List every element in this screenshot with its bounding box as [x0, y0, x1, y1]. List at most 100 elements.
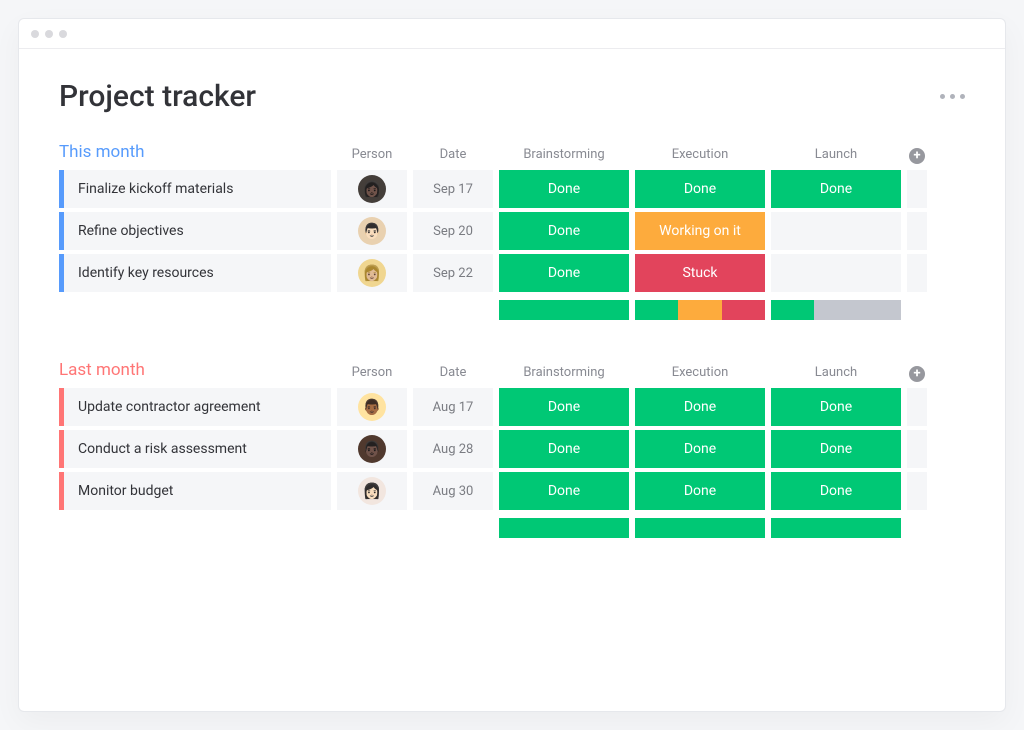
row-tail-cell [907, 212, 927, 250]
row-tail-cell [907, 170, 927, 208]
plus-icon: + [909, 366, 925, 382]
plus-icon: + [909, 148, 925, 164]
table-row: Monitor budget👩🏻Aug 30DoneDoneDone [59, 472, 965, 510]
group-summary-row [59, 300, 965, 320]
date-cell[interactable]: Aug 30 [413, 472, 493, 510]
person-cell[interactable]: 👩🏿 [337, 170, 407, 208]
summary-segment [635, 518, 765, 538]
row-tail-cell [907, 388, 927, 426]
status-cell[interactable]: Stuck [635, 254, 765, 292]
person-cell[interactable]: 👨🏾 [337, 388, 407, 426]
more-options-icon [940, 94, 945, 99]
row-tail-cell [907, 472, 927, 510]
column-header[interactable]: Launch [771, 365, 901, 382]
status-cell[interactable]: Done [499, 170, 629, 208]
status-cell[interactable]: Done [771, 170, 901, 208]
summary-bar [771, 300, 901, 320]
status-cell[interactable]: Done [635, 472, 765, 510]
person-cell[interactable]: 👨🏻 [337, 212, 407, 250]
column-header[interactable]: Date [413, 365, 493, 382]
column-header[interactable]: Brainstorming [499, 147, 629, 164]
task-name-cell[interactable]: Finalize kickoff materials [59, 170, 331, 208]
avatar: 👩🏻 [358, 477, 386, 505]
person-cell[interactable]: 👩🏼 [337, 254, 407, 292]
table-row: Identify key resources 👩🏼 Sep 22DoneStuck [59, 254, 965, 292]
column-header[interactable]: Person [337, 147, 407, 164]
summary-segment [771, 300, 814, 320]
status-cell[interactable]: Done [499, 472, 629, 510]
summary-segment [635, 300, 678, 320]
status-cell[interactable]: Done [499, 254, 629, 292]
table-row: Conduct a risk assessment👨🏿Aug 28DoneDon… [59, 430, 965, 468]
status-cell[interactable]: Done [771, 430, 901, 468]
group: Last month Person Date Brainstorming Executi… [59, 360, 965, 538]
more-options-icon [950, 94, 955, 99]
task-name-cell[interactable]: Identify key resources [59, 254, 331, 292]
summary-segment [722, 300, 765, 320]
column-header[interactable]: Execution [635, 365, 765, 382]
traffic-light-dot [59, 30, 67, 38]
avatar: 👨🏻 [358, 217, 386, 245]
column-header[interactable]: Launch [771, 147, 901, 164]
board-content: Project tracker This month Person Date Brai… [19, 49, 1005, 608]
page-header: Project tracker [59, 79, 965, 114]
table-row: Update contractor agreement👨🏾Aug 17DoneD… [59, 388, 965, 426]
date-cell[interactable]: Aug 28 [413, 430, 493, 468]
add-column-button[interactable]: + [907, 148, 927, 164]
date-cell[interactable]: Sep 22 [413, 254, 493, 292]
column-header[interactable]: Date [413, 147, 493, 164]
summary-segment [771, 518, 901, 538]
person-cell[interactable]: 👩🏻 [337, 472, 407, 510]
avatar: 👩🏼 [358, 259, 386, 287]
window-titlebar [19, 19, 1005, 49]
summary-bar [771, 518, 901, 538]
status-cell[interactable]: Done [635, 170, 765, 208]
summary-bar [499, 300, 629, 320]
status-cell-empty[interactable] [771, 254, 901, 292]
summary-bar [635, 300, 765, 320]
task-name-cell[interactable]: Refine objectives [59, 212, 331, 250]
status-cell[interactable]: Done [499, 212, 629, 250]
group-header: This month Person Date Brainstorming Executi… [59, 142, 965, 164]
status-cell[interactable]: Done [771, 472, 901, 510]
page-title: Project tracker [59, 79, 256, 114]
status-cell[interactable]: Done [499, 388, 629, 426]
more-options-icon [960, 94, 965, 99]
task-name-cell[interactable]: Update contractor agreement [59, 388, 331, 426]
group: This month Person Date Brainstorming Executi… [59, 142, 965, 320]
task-name-cell[interactable]: Conduct a risk assessment [59, 430, 331, 468]
table-row: Finalize kickoff materials👩🏿Sep 17DoneDo… [59, 170, 965, 208]
group-header: Last month Person Date Brainstorming Executi… [59, 360, 965, 382]
date-cell[interactable]: Aug 17 [413, 388, 493, 426]
column-header[interactable]: Person [337, 365, 407, 382]
row-tail-cell [907, 254, 927, 292]
group-summary-row [59, 518, 965, 538]
summary-bar [499, 518, 629, 538]
traffic-light-dot [45, 30, 53, 38]
column-header[interactable]: Execution [635, 147, 765, 164]
avatar: 👨🏾 [358, 393, 386, 421]
status-cell[interactable]: Done [499, 430, 629, 468]
group-title[interactable]: Last month [59, 360, 331, 382]
add-column-button[interactable]: + [907, 366, 927, 382]
traffic-light-dot [31, 30, 39, 38]
column-header[interactable]: Brainstorming [499, 365, 629, 382]
status-cell[interactable]: Done [771, 388, 901, 426]
table-row: Refine objectives 👨🏻 Sep 20DoneWorking on … [59, 212, 965, 250]
summary-segment [678, 300, 721, 320]
status-cell-empty[interactable] [771, 212, 901, 250]
avatar: 👨🏿 [358, 435, 386, 463]
app-window: Project tracker This month Person Date Brai… [18, 18, 1006, 712]
status-cell[interactable]: Done [635, 430, 765, 468]
date-cell[interactable]: Sep 20 [413, 212, 493, 250]
status-cell[interactable]: Done [635, 388, 765, 426]
more-options-button[interactable] [940, 94, 965, 99]
summary-segment [499, 518, 629, 538]
status-cell[interactable]: Working on it [635, 212, 765, 250]
summary-bar [635, 518, 765, 538]
task-name-cell[interactable]: Monitor budget [59, 472, 331, 510]
group-title[interactable]: This month [59, 142, 331, 164]
person-cell[interactable]: 👨🏿 [337, 430, 407, 468]
date-cell[interactable]: Sep 17 [413, 170, 493, 208]
summary-segment [814, 300, 901, 320]
